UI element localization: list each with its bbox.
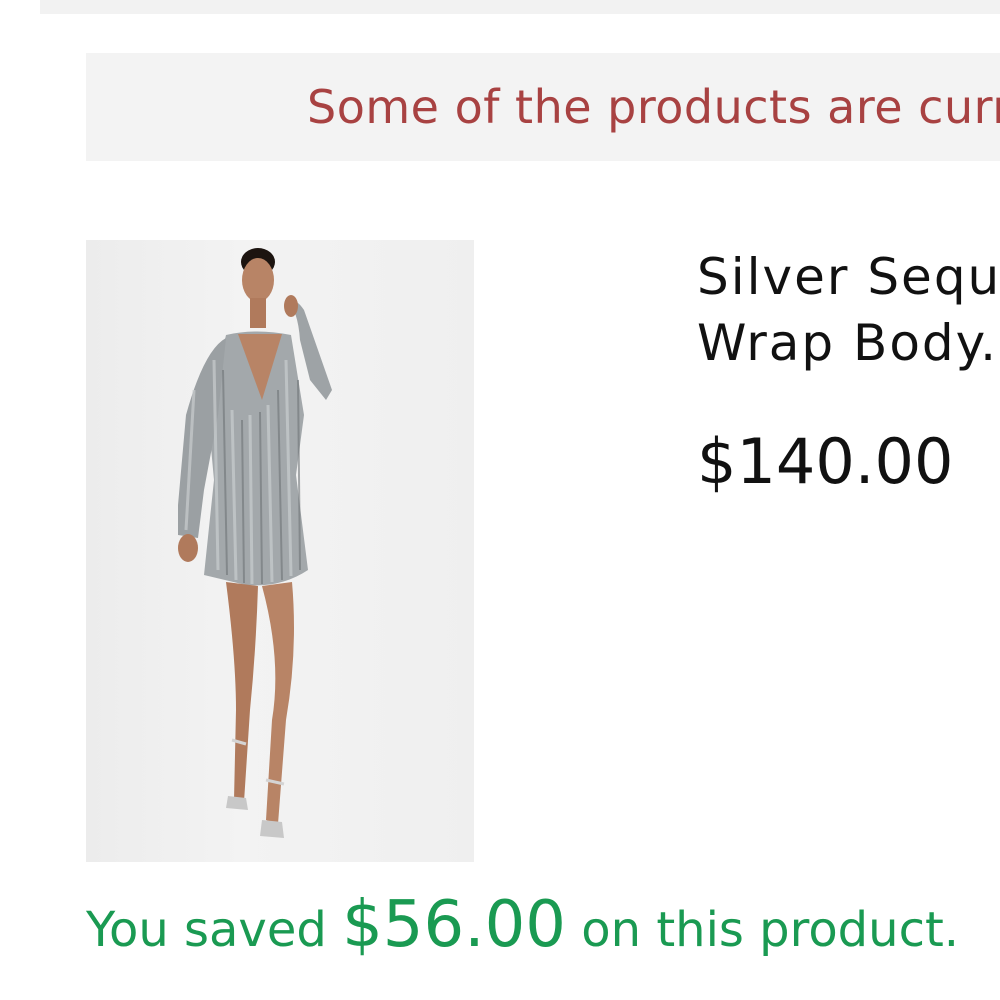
model-illustration <box>178 248 332 838</box>
savings-prefix: You saved <box>86 902 343 958</box>
product-title[interactable]: Silver Sequi Wrap Body. <box>697 244 1000 376</box>
stock-notice-text: Some of the products are current <box>307 80 1000 134</box>
savings-amount: $56.00 <box>342 888 567 962</box>
product-price: $140.00 <box>697 425 954 498</box>
product-image[interactable] <box>86 240 474 862</box>
savings-suffix: on this product. <box>566 902 960 958</box>
stock-notice-banner: Some of the products are current <box>86 53 1000 161</box>
product-title-line-2[interactable]: Wrap Body. <box>697 310 1000 376</box>
top-strip <box>40 0 1000 14</box>
product-title-line-1[interactable]: Silver Sequi <box>697 244 1000 310</box>
savings-message: You saved $56.00 on this product. <box>86 890 959 965</box>
